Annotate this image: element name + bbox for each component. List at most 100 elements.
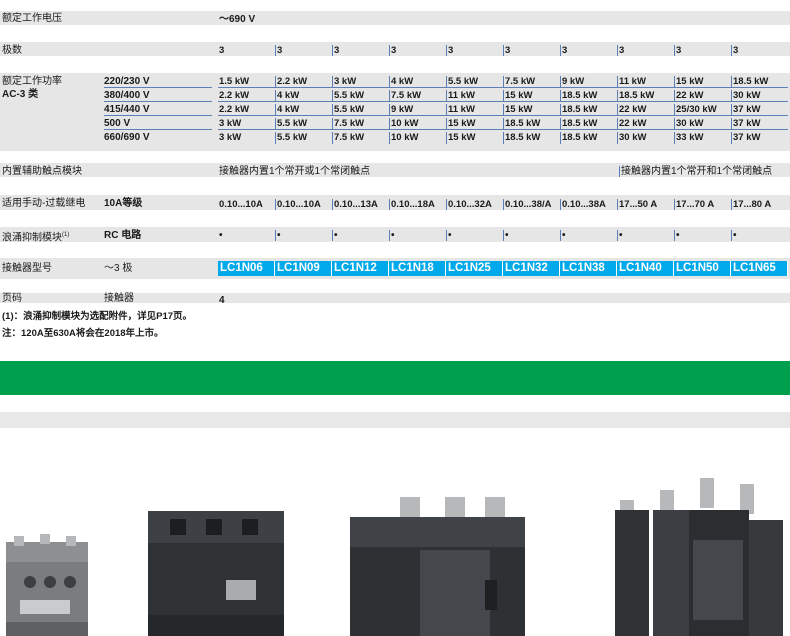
poles-cell: 3 bbox=[446, 45, 503, 56]
surge-dot: • bbox=[332, 230, 389, 241]
model-cell: LC1N50 bbox=[674, 261, 731, 276]
model-cell: LC1N65 bbox=[731, 261, 788, 276]
power-cell: 3 kW bbox=[219, 132, 242, 143]
power-cell: 18.5 kW bbox=[560, 132, 617, 144]
page-sub: 接触器 bbox=[104, 293, 134, 304]
power-cell: 3 kW bbox=[332, 76, 389, 88]
power-cell: 18.5 kW bbox=[503, 118, 560, 130]
power-cell: 11 kW bbox=[446, 90, 503, 102]
page-label: 页码 bbox=[2, 293, 22, 304]
power-cell: 2.2 kW bbox=[218, 90, 275, 102]
overload-cell: 17...70 A bbox=[674, 199, 731, 210]
voltage-band bbox=[0, 11, 790, 25]
poles-cell: 3 bbox=[560, 45, 617, 56]
contactor-photo-small bbox=[6, 534, 88, 636]
aux-value-b: 接触器内置1个常开和1个常闭触点 bbox=[619, 166, 773, 177]
surge-dot: • bbox=[389, 230, 446, 241]
surge-label-text: 浪涌抑制模块 bbox=[2, 232, 62, 244]
power-cell: 15 kW bbox=[674, 76, 731, 88]
power-cell: 5.5 kW bbox=[332, 90, 389, 102]
poles-cell: 3 bbox=[503, 45, 560, 56]
model-cell: LC1N12 bbox=[332, 261, 389, 276]
model-poles: ～3 极 bbox=[104, 263, 133, 274]
surge-type: RC 电路 bbox=[104, 230, 142, 241]
note-2: 注：120A至630A将会在2018年上市。 bbox=[2, 328, 164, 339]
power-voltage-label: 660/690 V bbox=[104, 132, 150, 143]
power-cell: 18.5 kW bbox=[560, 118, 617, 130]
power-cell: 37 kW bbox=[731, 132, 788, 144]
power-cell: 22 kW bbox=[674, 90, 731, 102]
model-cell: LC1N18 bbox=[389, 261, 446, 276]
power-category: AC-3 类 bbox=[2, 89, 39, 100]
power-cell: 25/30 kW bbox=[674, 104, 731, 116]
contactor-photo-medium bbox=[148, 511, 284, 636]
overload-cell: 0.10...38/A bbox=[503, 199, 560, 210]
power-cell: 18.5 kW bbox=[503, 132, 560, 144]
power-cell: 30 kW bbox=[617, 132, 674, 144]
overload-cell: 0.10...10A bbox=[219, 199, 263, 210]
contactor-photo-large bbox=[350, 497, 525, 636]
surge-dot: • bbox=[560, 230, 617, 241]
power-cell: 4 kW bbox=[389, 76, 446, 88]
model-cell: LC1N09 bbox=[275, 261, 332, 276]
page-value: 4 bbox=[219, 295, 225, 306]
surge-label: 浪涌抑制模块(1) bbox=[2, 230, 69, 243]
power-cell: 5.5 kW bbox=[332, 104, 389, 116]
power-cell: 4 kW bbox=[275, 104, 332, 116]
power-cell: 22 kW bbox=[617, 104, 674, 116]
power-voltage-label: 380/400 V bbox=[104, 90, 212, 102]
section-green-bar bbox=[0, 361, 790, 395]
model-label: 接触器型号 bbox=[2, 263, 52, 274]
surge-dot: • bbox=[503, 230, 560, 241]
note-1: (1)：浪涌抑制模块为选配附件，详见P17页。 bbox=[2, 311, 193, 322]
voltage-value: ～690 V bbox=[219, 14, 256, 25]
power-cell: 5.5 kW bbox=[275, 118, 332, 130]
power-cell: 3 kW bbox=[218, 118, 275, 130]
power-cell: 9 kW bbox=[389, 104, 446, 116]
poles-cell: 3 bbox=[219, 45, 225, 56]
model-cell: LC1N25 bbox=[446, 261, 503, 276]
poles-cell: 3 bbox=[332, 45, 389, 56]
overload-class: 10A等级 bbox=[104, 198, 143, 209]
power-cell: 11 kW bbox=[446, 104, 503, 116]
power-cell: 2.2 kW bbox=[275, 76, 332, 88]
model-cell: LC1N32 bbox=[503, 261, 560, 276]
power-voltage-label: 415/440 V bbox=[104, 104, 212, 116]
power-cell: 4 kW bbox=[275, 90, 332, 102]
power-cell: 15 kW bbox=[446, 118, 503, 130]
power-cell: 18.5 kW bbox=[560, 104, 617, 116]
surge-dot: • bbox=[731, 230, 788, 241]
power-cell: 5.5 kW bbox=[446, 76, 503, 88]
surge-dot: • bbox=[219, 230, 223, 241]
power-cell: 2.2 kW bbox=[218, 104, 275, 116]
power-cell: 37 kW bbox=[731, 118, 788, 130]
power-cell: 30 kW bbox=[731, 90, 788, 102]
power-voltage-label: 220/230 V bbox=[104, 76, 212, 88]
power-cell: 7.5 kW bbox=[332, 132, 389, 144]
aux-value-a: 接触器内置1个常开或1个常闭触点 bbox=[219, 166, 371, 177]
surge-footnote-ref: (1) bbox=[62, 232, 70, 238]
overload-cell: 17...80 A bbox=[731, 199, 788, 210]
power-cell: 30 kW bbox=[674, 118, 731, 130]
overload-cell: 17...50 A bbox=[617, 199, 674, 210]
surge-dot: • bbox=[617, 230, 674, 241]
aux-label: 内置辅助触点模块 bbox=[2, 166, 82, 177]
model-cell: LC1N06 bbox=[218, 261, 275, 276]
model-cell: LC1N40 bbox=[617, 261, 674, 276]
overload-cell: 0.10...10A bbox=[275, 199, 332, 210]
contactor-photo-xlarge bbox=[615, 478, 783, 636]
overload-cell: 0.10...38A bbox=[560, 199, 617, 210]
power-cell: 18.5 kW bbox=[731, 76, 788, 88]
poles-cell: 3 bbox=[617, 45, 674, 56]
power-voltage-label: 500 V bbox=[104, 118, 212, 130]
power-cell: 10 kW bbox=[389, 132, 446, 144]
power-cell: 18.5 kW bbox=[560, 90, 617, 102]
power-cell: 33 kW bbox=[674, 132, 731, 144]
power-cell: 1.5 kW bbox=[218, 76, 275, 88]
power-cell: 10 kW bbox=[389, 118, 446, 130]
power-cell: 7.5 kW bbox=[332, 118, 389, 130]
poles-cell: 3 bbox=[731, 45, 788, 56]
power-cell: 9 kW bbox=[560, 76, 617, 88]
power-cell: 7.5 kW bbox=[503, 76, 560, 88]
power-cell: 37 kW bbox=[731, 104, 788, 116]
